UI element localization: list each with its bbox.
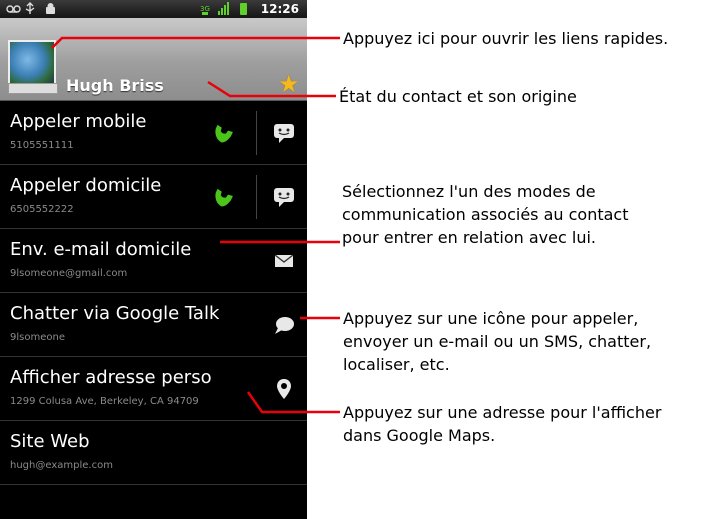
annotation-icons: Appuyez sur une icône pour appeler, envo… xyxy=(343,307,651,376)
annotation-line: Sélectionnez l'un des modes de xyxy=(342,182,596,201)
callout-line-contact-status xyxy=(207,80,336,98)
annotation-address: Appuyez sur une adresse pour l'afficher … xyxy=(343,401,661,447)
annotation-line: pour entrer en relation avec lui. xyxy=(342,228,596,247)
annotation-modes: Sélectionnez l'un des modes de communica… xyxy=(342,180,629,249)
annotation-line: localiser, etc. xyxy=(343,355,450,374)
annotation-contact-status: État du contact et son origine xyxy=(339,87,577,106)
annotation-line: communication associés au contact xyxy=(342,205,629,224)
annotation-line: Appuyez sur une adresse pour l'afficher xyxy=(343,403,662,422)
callout-line-quick-links xyxy=(51,36,340,49)
annotation-line: dans Google Maps. xyxy=(343,426,496,445)
annotation-line: Appuyez sur une icône pour appeler, xyxy=(343,309,639,328)
annotation-line: envoyer un e-mail ou un SMS, chatter, xyxy=(343,332,652,351)
annotation-quick-links: Appuyez ici pour ouvrir les liens rapide… xyxy=(343,29,669,48)
callout-line-address xyxy=(246,391,340,414)
